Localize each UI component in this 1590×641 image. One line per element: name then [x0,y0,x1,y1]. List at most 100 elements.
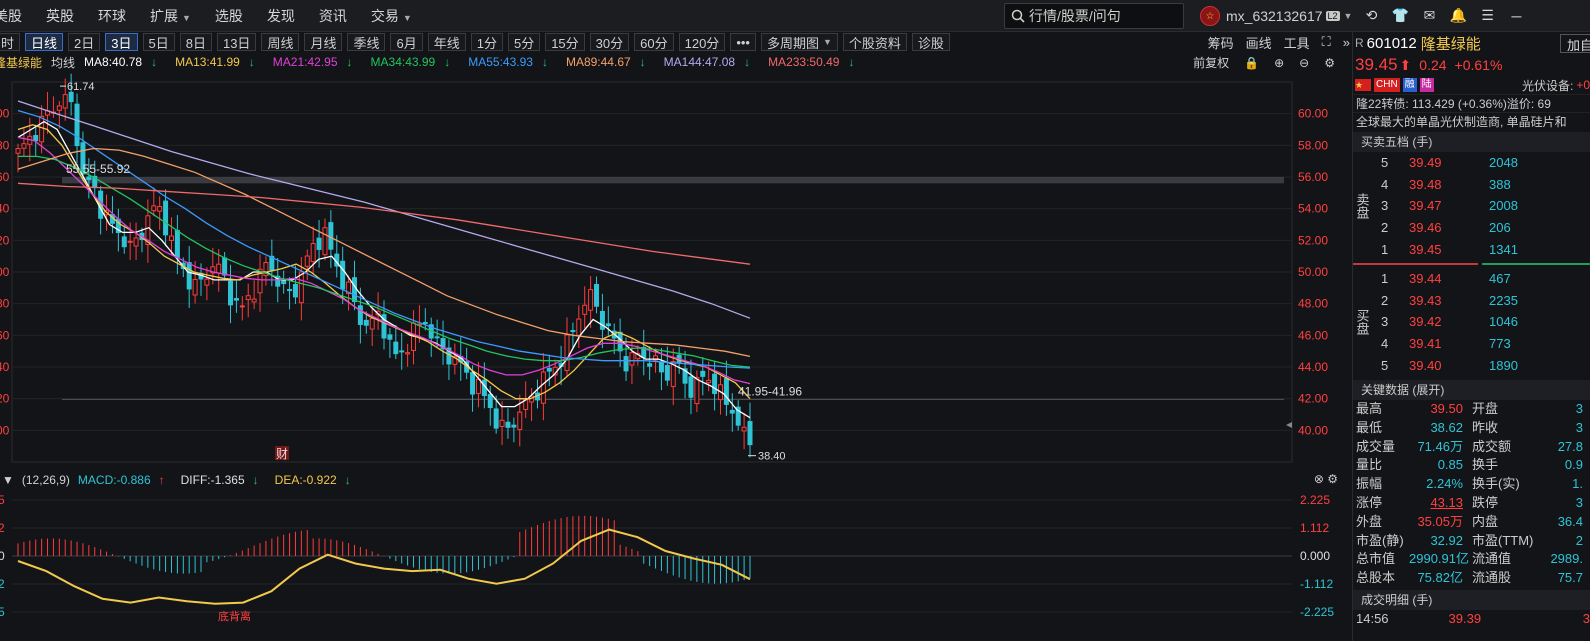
menu-item[interactable]: 发现 [255,6,307,26]
period-button[interactable]: 2日 [68,33,101,51]
period-button[interactable]: 15分 [545,33,585,51]
period-button[interactable]: 6月 [390,33,423,51]
zoom-in-icon[interactable]: ⊕ [1274,56,1284,70]
user-account[interactable]: ☆ mx_632132617 L2 ▼ [1200,5,1352,27]
keydata-header[interactable]: 关键数据 (展开) [1353,380,1590,400]
book-row[interactable]: 5 39.40 1890 [1381,354,1581,376]
period-button[interactable]: 季线 [347,33,386,51]
ma-value: MA55:43.93 ↓ [468,55,557,69]
candle-body [287,289,293,292]
menu-item[interactable]: 环球 [86,6,138,26]
period-button[interactable]: 个股资料 [842,33,907,51]
stock-tag[interactable]: 融 [1402,78,1417,92]
shirt-icon[interactable]: 👕 [1391,6,1410,25]
period-button-label: 个股资料 [848,35,901,51]
period-button[interactable]: 5日 [142,33,175,51]
gear-icon[interactable]: ⚙ [1324,56,1335,70]
candlestick-chart[interactable]: 40.00 00 42.00 20 44.00 40 46.00 60 48.00 80 50.00… [0,72,1350,470]
period-button[interactable]: 1分 [470,33,503,51]
menu-item[interactable]: 扩展 ▼ [138,6,203,26]
period-button[interactable]: 诊股 [911,33,950,51]
book-row[interactable]: 1 39.45 1341 [1381,238,1581,260]
stock-tag[interactable]: 陆 [1419,78,1434,92]
sync-icon[interactable]: ⟲ [1362,6,1381,25]
period-button[interactable]: 30分 [589,33,630,51]
ma-label[interactable]: 均线 [51,54,75,71]
period-button[interactable]: 日线 [25,33,64,51]
period-button[interactable]: 5分 [507,33,541,51]
add-watchlist-button[interactable]: 加自 [1559,34,1590,53]
candle-body [163,200,169,236]
period-button-label: 多周期图 [766,35,819,51]
stock-tag[interactable]: CHN [1374,78,1400,92]
candle-body [434,336,440,339]
book-row[interactable]: 4 39.41 773 [1381,333,1581,355]
candle-body [576,318,582,336]
ma-arrow: ↓ [151,55,158,69]
lock-icon[interactable]: 🔒 [1244,56,1259,70]
candle-body [422,321,428,324]
book-row[interactable]: 3 39.47 2008 [1381,195,1581,217]
book-price: 39.48 [1409,176,1442,192]
period-button[interactable]: 周线 [261,33,300,51]
period-button[interactable]: 13日 [216,33,257,51]
chevron-down-icon[interactable]: ▼ [2,473,14,487]
book-row[interactable]: 1 39.44 467 [1381,268,1581,290]
y-tick-label-left: 00 [0,107,10,121]
book-row[interactable]: 2 39.46 206 [1381,217,1581,239]
menu-item-label: 美股 [0,7,22,24]
zoom-out-icon[interactable]: ⊖ [1299,56,1309,70]
toolbar-right-item[interactable]: 工具 [1284,33,1310,52]
menu-item[interactable]: 交易 ▼ [359,6,424,26]
candle-body [747,421,753,446]
close-icon[interactable]: ⊗ ⚙ [1314,472,1338,486]
book-level: 2 [1381,220,1389,236]
username[interactable]: mx_632132617 [1226,8,1323,24]
bond-line[interactable]: 隆22转债: 113.429 (+0.36%)溢价: 69 [1353,94,1590,112]
search-box[interactable] [1004,3,1184,29]
mail-icon[interactable]: ✉ [1420,6,1439,25]
book-row[interactable]: 2 39.43 2235 [1381,290,1581,312]
book-row[interactable]: 4 39.48 388 [1381,174,1581,196]
menu-item[interactable]: 选股 [203,6,255,26]
industry-label[interactable]: 光伏设备: [1522,77,1573,94]
macd-value: DIFF:-1.365 ↓ [181,473,267,487]
toolbar-right-item[interactable]: 画线 [1246,33,1272,52]
fq-label[interactable]: 前复权 [1193,54,1229,71]
top-icons: ⟲ 👕 ✉ 🔔 ☰ ─ [1362,6,1526,25]
period-button[interactable]: 60分 [634,33,674,51]
period-button-label: 120分 [684,35,720,51]
minimize-icon[interactable]: ─ [1507,6,1526,25]
book-row[interactable]: 5 39.49 2048 [1381,152,1581,174]
period-button-label: 30分 [595,35,624,51]
macd-params[interactable]: (12,26,9) [22,473,70,487]
menu-item-label: 资讯 [318,7,347,24]
bell-icon[interactable]: 🔔 [1449,6,1468,25]
menu-item[interactable]: 美股 [0,6,34,26]
period-button[interactable]: 月线 [304,33,343,51]
hamburger-menu-icon[interactable]: ☰ [1478,6,1497,25]
candle-body [351,277,357,303]
toolbar-right-item[interactable]: ⛶ [1322,34,1331,50]
toolbar-right-item[interactable]: 筹码 [1208,33,1234,52]
period-button[interactable]: ••• [730,33,756,51]
y-tick-label-left: 5 [0,605,5,619]
period-button[interactable]: 年线 [427,33,466,51]
period-button[interactable]: 时 [0,33,21,51]
period-button[interactable]: 120分 [678,33,726,51]
toolbar-right-item[interactable]: » [1343,35,1350,50]
menu-item[interactable]: 资讯 [307,6,359,26]
book-row[interactable]: 3 39.42 1046 [1381,311,1581,333]
book-level: 4 [1381,176,1389,192]
ma-arrow: ↓ [346,55,353,69]
menu-item[interactable]: 英股 [34,6,86,26]
macd-chart[interactable]: 2.225 5 1.112 2 0.000 0 -1.112 2 -2.225 5 底背离 [0,488,1350,638]
chevron-down-icon[interactable]: ▼ [1344,11,1353,21]
search-input[interactable] [1029,8,1179,24]
avatar[interactable]: ☆ [1200,6,1220,26]
period-button[interactable]: 8日 [179,33,212,51]
event-marker[interactable]: 财 [276,447,288,461]
period-button[interactable]: 3日 [105,33,138,51]
period-button[interactable]: 多周期图 ▼ [760,33,838,51]
keydata-value: 2.24% [1426,476,1463,492]
